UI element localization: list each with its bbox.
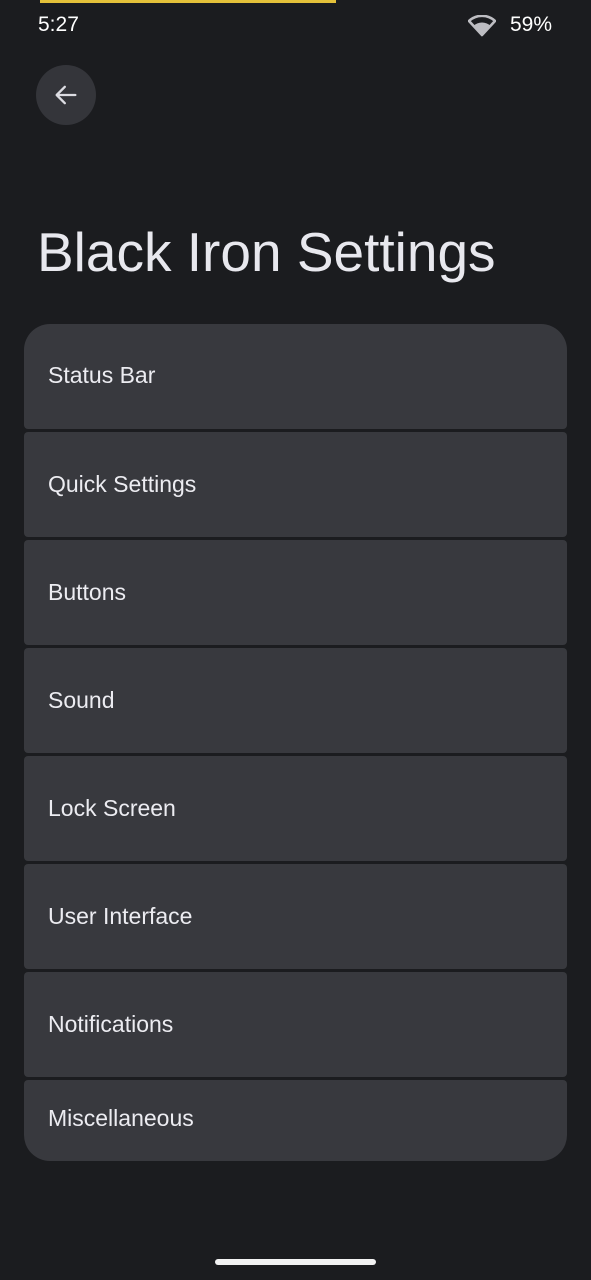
settings-item-label: Lock Screen (48, 795, 176, 821)
settings-item-label: User Interface (48, 903, 193, 929)
back-button[interactable] (36, 65, 96, 125)
settings-item-miscellaneous[interactable]: Miscellaneous (24, 1080, 567, 1161)
settings-item-label: Buttons (48, 579, 126, 605)
settings-item-user-interface[interactable]: User Interface (24, 864, 567, 969)
settings-item-lock-screen[interactable]: Lock Screen (24, 756, 567, 861)
wifi-icon (467, 14, 497, 37)
settings-item-quick-settings[interactable]: Quick Settings (24, 432, 567, 537)
settings-item-label: Status Bar (48, 362, 156, 388)
settings-item-buttons[interactable]: Buttons (24, 540, 567, 645)
page-title: Black Iron Settings (37, 221, 496, 283)
status-bar: 5:27 59% (0, 0, 591, 50)
settings-item-label: Sound (48, 687, 115, 713)
arrow-back-icon (55, 85, 77, 105)
settings-item-label: Notifications (48, 1011, 174, 1037)
settings-list: Status Bar Quick Settings Buttons Sound … (24, 324, 567, 1161)
settings-item-sound[interactable]: Sound (24, 648, 567, 753)
battery-percentage: 59% (510, 13, 553, 36)
home-indicator[interactable] (215, 1259, 376, 1265)
settings-item-label: Miscellaneous (48, 1105, 194, 1131)
settings-item-status-bar[interactable]: Status Bar (24, 324, 567, 429)
settings-item-notifications[interactable]: Notifications (24, 972, 567, 1077)
status-time: 5:27 (38, 13, 79, 36)
settings-item-label: Quick Settings (48, 471, 197, 497)
